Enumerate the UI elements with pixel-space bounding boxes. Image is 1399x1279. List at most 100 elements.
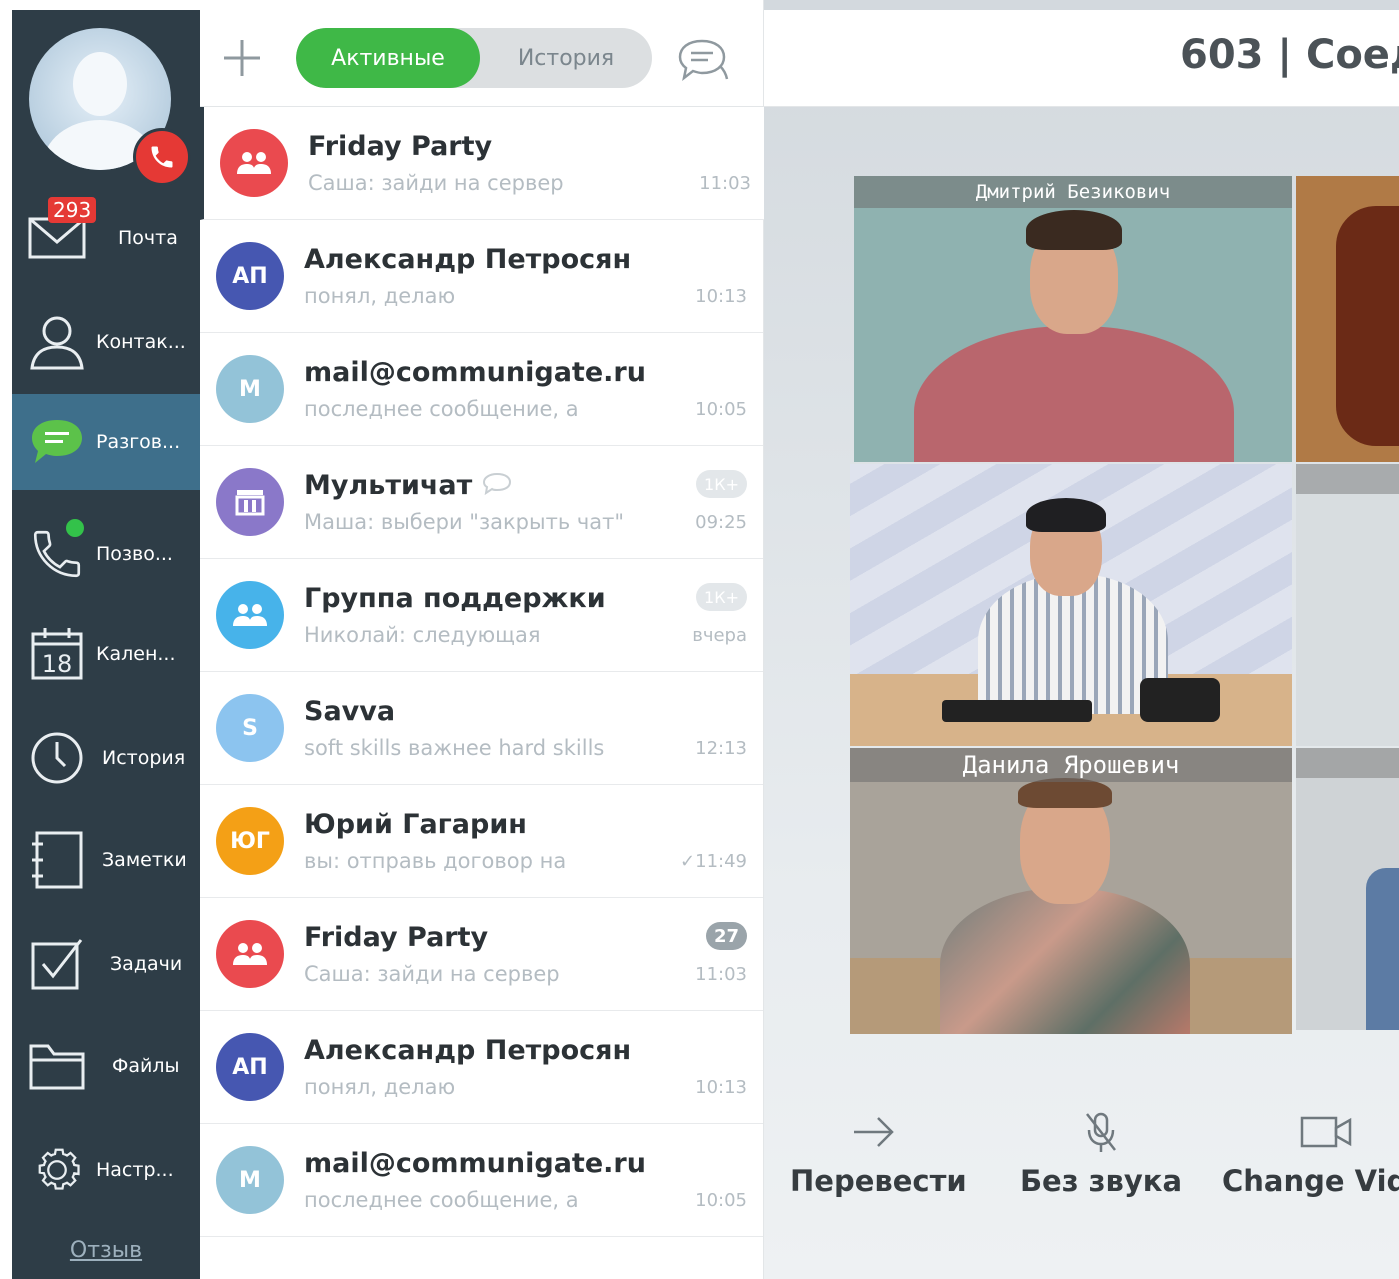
phone-call-icon[interactable] [133, 128, 191, 186]
mute-button[interactable]: Без звука [1016, 1106, 1186, 1198]
nav-calendar[interactable]: 18 Кален... [12, 606, 200, 702]
add-plus-icon[interactable] [222, 38, 262, 78]
chat-row[interactable]: АП Александр Петросян понял, делаю 10:13 [200, 220, 763, 333]
nav-settings[interactable]: Настр... [12, 1122, 200, 1218]
chat-row[interactable]: Группа поддержки 1К+ Николай: следующая … [200, 559, 763, 672]
contact-avatar: М [216, 1146, 284, 1214]
chat-name: Friday Party [304, 922, 489, 953]
unread-badge: 1К+ [696, 583, 747, 611]
nav-label: История [102, 747, 186, 769]
contacts-icon [26, 311, 88, 373]
nav-label: Кален... [96, 643, 176, 665]
user-avatar[interactable] [29, 28, 191, 186]
chat-row[interactable]: S Savva soft skills важнее hard skills 1… [200, 672, 763, 785]
chat-name: Александр Петросян [304, 1035, 632, 1066]
contact-avatar: АП [216, 242, 284, 310]
chat-name: mail@communigate.ru [304, 357, 646, 388]
transfer-arrow-icon [790, 1106, 958, 1158]
folder-icon [26, 1035, 88, 1097]
chat-row[interactable]: Мультичат 1К+ Маша: выбери "закрыть чат"… [200, 446, 763, 559]
calendar-icon: 18 [26, 623, 88, 685]
chat-time: 12:13 [695, 738, 747, 759]
chat-row[interactable]: Friday Party Саша: зайди на сервер 11:03 [200, 107, 767, 220]
chat-preview: Саша: зайди на сервер [304, 962, 560, 986]
chat-time: 09:25 [695, 512, 747, 533]
transfer-button[interactable]: Перевести [790, 1106, 967, 1198]
chat-list-pane: Активные История Friday Party Саша: зайд… [200, 0, 767, 1279]
chat-time: 10:05 [695, 1190, 747, 1211]
mail-count-badge: 293 [48, 197, 97, 223]
video-tile-participant[interactable] [850, 464, 1292, 746]
mail-icon: 293 [26, 197, 97, 269]
nav-tasks[interactable]: Задачи [12, 916, 200, 1012]
nav-label: Позво... [96, 543, 173, 565]
nav-history[interactable]: История [12, 710, 200, 806]
chat-preview: Саша: зайди на сервер [308, 171, 564, 195]
chat-name: Мультичат [304, 470, 512, 502]
chat-preview: последнее сообщение, а [304, 1188, 579, 1212]
chat-row[interactable]: АП Александр Петросян понял, делаю 10:13 [200, 1011, 763, 1124]
call-title: 603 | Соед [1180, 32, 1399, 78]
nav-mail[interactable]: 293 Почта [12, 190, 200, 286]
unread-badge: 1К+ [696, 470, 747, 498]
chat-time: 11:03 [699, 173, 751, 194]
chat-time: 10:13 [695, 286, 747, 307]
nav-contacts[interactable]: Контак... [12, 294, 200, 390]
multichat-bubble-icon [482, 471, 512, 502]
tab-history[interactable]: История [480, 28, 652, 88]
chat-preview: Николай: следующая [304, 623, 541, 647]
chat-time: 10:13 [695, 1077, 747, 1098]
chat-row[interactable]: Friday Party 27 Саша: зайди на сервер 11… [200, 898, 763, 1011]
notes-icon [26, 829, 88, 891]
video-call-pane: 603 | Соед Дмитрий Безикович Данила Ярош… [764, 0, 1399, 1279]
control-label: Перевести [790, 1164, 967, 1198]
svg-text:18: 18 [42, 650, 73, 678]
group-icon [216, 581, 284, 649]
chat-row[interactable]: ЮГ Юрий Гагарин вы: отправь договор на ✓… [200, 785, 763, 898]
nav-chats[interactable]: Разгов... [12, 394, 200, 490]
tasks-icon [26, 933, 88, 995]
nav-label: Почта [118, 227, 178, 249]
gear-icon [26, 1139, 88, 1201]
video-tile-participant[interactable]: Дмитрий Безикович [854, 176, 1292, 462]
feedback-link[interactable]: Отзыв [12, 1238, 200, 1263]
chat-name: Savva [304, 696, 396, 727]
building-icon [216, 468, 284, 536]
nav-label: Заметки [102, 849, 187, 871]
tab-active[interactable]: Активные [296, 28, 480, 88]
chat-preview: Маша: выбери "закрыть чат" [304, 510, 625, 534]
phone-icon [26, 519, 88, 585]
online-status-dot [66, 519, 84, 537]
chat-name: Friday Party [308, 131, 493, 162]
change-video-button[interactable]: Change Vide [1222, 1106, 1399, 1198]
nav-notes[interactable]: Заметки [12, 812, 200, 908]
participant-name: Данила Ярошевич [850, 748, 1292, 782]
chat-filter-tabs: Активные История [296, 28, 652, 88]
chat-name: mail@communigate.ru [304, 1148, 646, 1179]
video-camera-icon [1222, 1106, 1399, 1158]
chat-row[interactable]: М mail@communigate.ru последнее сообщени… [200, 333, 763, 446]
video-tile-participant[interactable] [1296, 748, 1399, 1030]
video-tile-participant[interactable] [1296, 176, 1399, 462]
nav-label: Разгов... [96, 431, 181, 453]
sidebar: 293 Почта Контак... Разгов... Позво... 1… [12, 10, 200, 1279]
chat-preview: вы: отправь договор на [304, 849, 567, 873]
video-tile-participant[interactable] [1296, 464, 1399, 746]
unread-badge: 27 [705, 922, 747, 950]
call-header: 603 | Соед [764, 10, 1399, 107]
chat-name: Юрий Гагарин [304, 809, 527, 840]
nav-files[interactable]: Файлы [12, 1018, 200, 1114]
chat-preview: понял, делаю [304, 284, 456, 308]
nav-calls[interactable]: Позво... [12, 506, 200, 602]
chat-row[interactable]: М mail@communigate.ru последнее сообщени… [200, 1124, 763, 1237]
video-tile-participant[interactable]: Данила Ярошевич [850, 748, 1292, 1034]
contact-avatar: АП [216, 1033, 284, 1101]
chat-time: ✓11:49 [680, 851, 747, 872]
group-icon [216, 920, 284, 988]
chat-time: 10:05 [695, 399, 747, 420]
control-label: Change Vide [1222, 1164, 1399, 1198]
chat-name: Александр Петросян [304, 244, 632, 275]
nav-label: Задачи [110, 953, 183, 975]
new-chat-icon[interactable] [678, 38, 730, 82]
contact-avatar: М [216, 355, 284, 423]
